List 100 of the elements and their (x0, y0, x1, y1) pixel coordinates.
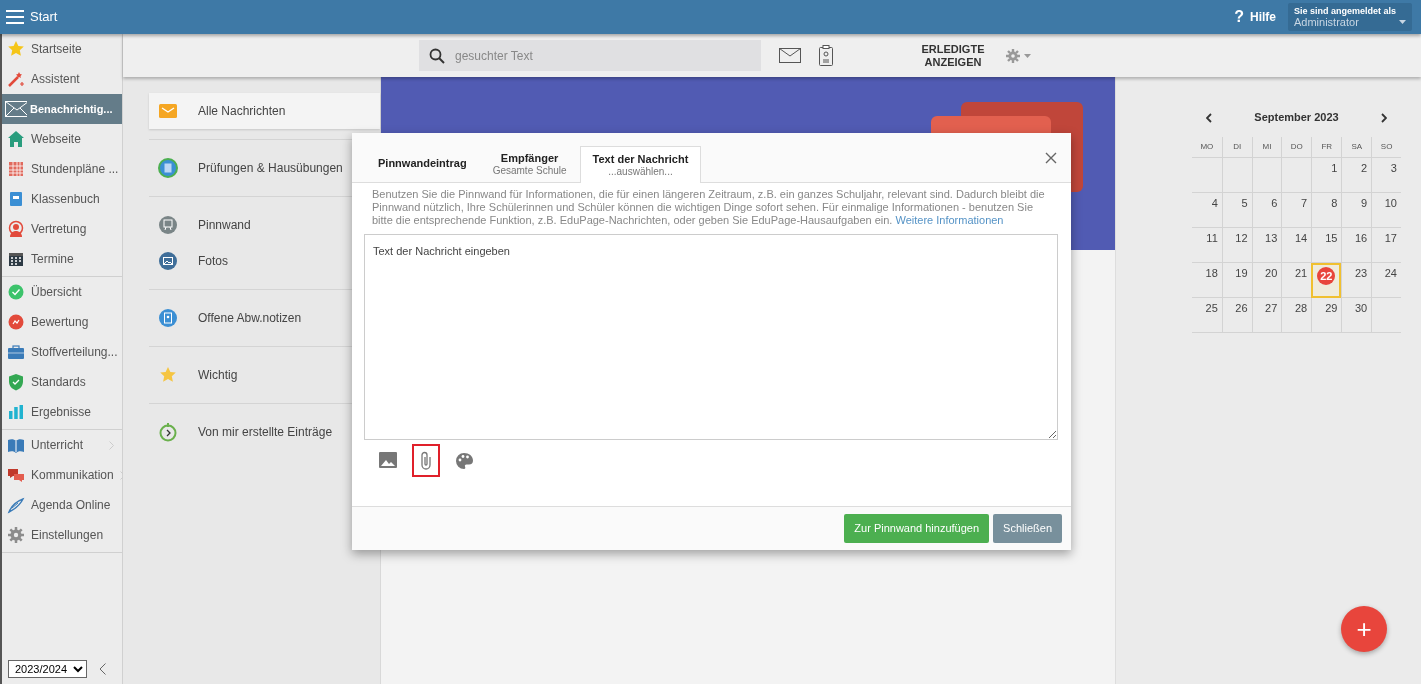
dialog-tab[interactable]: Empfänger Gesamte Schule (479, 144, 580, 182)
timetable-icon (7, 160, 25, 178)
weekday-label: DO (1281, 136, 1312, 158)
caret-icon (1024, 53, 1031, 58)
user-menu[interactable]: Sie sind angemeldet als Administrator (1288, 2, 1412, 32)
sidebar-item[interactable]: Agenda Online (2, 490, 122, 520)
sidebar-item[interactable]: Einstellungen (2, 520, 122, 550)
clipboard-button[interactable] (819, 45, 833, 66)
calendar-day[interactable]: 22 (1311, 262, 1342, 298)
clipboard-icon (158, 308, 178, 328)
notebook-icon (158, 158, 178, 178)
sidebar-item[interactable]: Stoffverteilung... (2, 337, 122, 367)
calendar-day[interactable]: 2 (1341, 157, 1372, 193)
info-text: Benutzen Sie die Pinnwand für Informationen, die für einen längeren Zeitraum, z.B. ein ganzes Schuljahr, relevant sind. Dadurch bleibt die Pinnwand nützlich, Ihre Schülerinnen und Schüler können die wichtigen Dinge sofort sehen. Für einmalige Informationen - benutzen Sie bitte die entsprechende Funktion, z.B. EduPage-Nachrichten, oder geben Sie EduPage-Hausaufgaben ein. Weitere Informationen (371, 187, 1046, 228)
caret-icon (1399, 20, 1406, 25)
empty-day-cell (1221, 157, 1252, 193)
settings-button[interactable] (1005, 47, 1031, 64)
calendar-day[interactable]: 9 (1341, 192, 1372, 228)
calendar-day[interactable]: 20 (1251, 262, 1282, 298)
attach-button[interactable] (412, 443, 440, 477)
month-title: September 2023 (1254, 109, 1339, 125)
sidebar-item[interactable]: Bewertung (2, 307, 122, 337)
messages-button[interactable] (779, 48, 801, 63)
collapse-button[interactable] (99, 663, 106, 675)
gear-icon (7, 526, 25, 544)
calendar-day[interactable]: 28 (1281, 297, 1312, 333)
calendar-day[interactable]: 17 (1371, 227, 1401, 263)
shield-check-icon (7, 373, 25, 391)
calendar-day[interactable]: 24 (1371, 262, 1401, 298)
sidebar-item[interactable]: Übersicht (2, 277, 122, 307)
calendar-day[interactable]: 23 (1341, 262, 1372, 298)
dialog-tab[interactable]: Text der Nachricht ...auswählen... (579, 145, 702, 183)
calendar-day[interactable]: 25 (1192, 297, 1222, 333)
calendar-day[interactable]: 30 (1341, 297, 1372, 333)
calendar-day[interactable]: 26 (1221, 297, 1252, 333)
dialog-tab[interactable]: Pinnwandeintrag (365, 149, 480, 182)
empty-day-cell (1251, 157, 1282, 193)
calendar-day[interactable]: 4 (1192, 192, 1222, 228)
image-icon (379, 451, 397, 469)
calendar-day[interactable]: 7 (1281, 192, 1312, 228)
empty-day-cell (1371, 297, 1401, 333)
calendar-day[interactable]: 10 (1371, 192, 1401, 228)
sidebar-item[interactable]: Unterricht (2, 430, 122, 460)
weekday-label: SA (1341, 136, 1372, 158)
calendar-day[interactable]: 16 (1341, 227, 1372, 263)
show-completed-button[interactable]: ERLEDIGTE ANZEIGEN (913, 41, 993, 70)
bar-chart-icon (7, 403, 25, 421)
calendar-icon (7, 250, 25, 268)
picture-icon (158, 251, 178, 271)
calendar-day[interactable]: 27 (1251, 297, 1282, 333)
palette-icon (455, 451, 473, 469)
sidebar-item[interactable]: Startseite (2, 34, 122, 64)
calendar-day[interactable]: 18 (1192, 262, 1222, 298)
easel-icon (158, 215, 178, 235)
weekday-label: MI (1251, 136, 1282, 158)
calendar-day[interactable]: 3 (1371, 157, 1401, 193)
house-icon (7, 130, 25, 148)
sidebar-item[interactable]: Standards (2, 367, 122, 397)
calendar-day[interactable]: 13 (1251, 227, 1282, 263)
check-circle-icon (7, 283, 25, 301)
star-icon (7, 40, 25, 58)
search-icon (429, 47, 445, 64)
sidebar-item[interactable]: Assistent (2, 64, 122, 94)
page-title: Start (30, 8, 58, 27)
chevron-right-icon (1381, 112, 1387, 123)
book-icon (7, 436, 25, 454)
envelope-icon (779, 48, 801, 63)
search-field[interactable]: gesuchter Text (453, 40, 761, 71)
settings-icon (1005, 47, 1021, 64)
calendar-day[interactable]: 15 (1311, 227, 1342, 263)
calendar-day[interactable]: 19 (1221, 262, 1252, 298)
speech-bubbles-icon (7, 466, 25, 484)
history-icon (158, 422, 178, 442)
calendar-day[interactable]: 29 (1311, 297, 1342, 333)
clipboard-icon (819, 45, 833, 66)
chart-circle-icon (7, 313, 25, 331)
calendar-day[interactable]: 5 (1221, 192, 1252, 228)
sidebar-item[interactable]: Stundenpläne ... (2, 154, 122, 184)
calendar-day[interactable]: 1 (1311, 157, 1342, 193)
sidebar-item[interactable]: Termine (2, 244, 122, 274)
sidebar-item[interactable]: Webseite (2, 124, 122, 154)
weekday-label: SO (1371, 136, 1401, 158)
calendar-day[interactable]: 14 (1281, 227, 1312, 263)
calendar-day[interactable]: 8 (1311, 192, 1342, 228)
school-year-select[interactable]: 2023/2024 (8, 660, 87, 678)
sidebar-item[interactable]: Ergebnisse (2, 397, 122, 427)
chevron-left-icon (1206, 112, 1212, 123)
calendar-day[interactable]: 11 (1192, 227, 1222, 263)
calendar-day[interactable]: 12 (1221, 227, 1252, 263)
calendar-day[interactable]: 6 (1251, 192, 1282, 228)
help-button[interactable]: ? Hilfe (1234, 5, 1276, 29)
sidebar-item[interactable]: Benachrichtig... (2, 94, 122, 124)
sidebar-item[interactable]: Klassenbuch (2, 184, 122, 214)
menu-button[interactable] (6, 10, 24, 24)
sidebar-item[interactable]: Kommunikation (2, 460, 122, 490)
person-icon (7, 220, 25, 238)
message-field[interactable]: Text der Nachricht eingeben (364, 233, 1058, 440)
weekday-label: FR (1311, 136, 1342, 158)
folder-item[interactable]: Alle Nachrichten (149, 93, 380, 129)
sidebar-item[interactable]: Vertretung (2, 214, 122, 244)
